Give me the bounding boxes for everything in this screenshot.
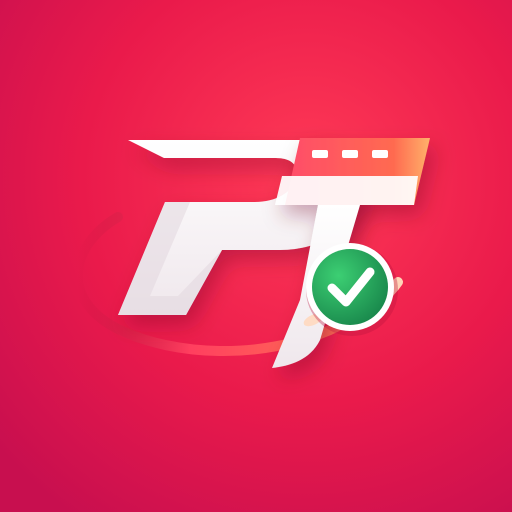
t-dot-3: [372, 150, 388, 158]
app-icon: [0, 0, 512, 512]
pt-logo-mark: [0, 0, 512, 512]
t-dot-1: [312, 150, 328, 158]
t-dot-2: [342, 150, 358, 158]
